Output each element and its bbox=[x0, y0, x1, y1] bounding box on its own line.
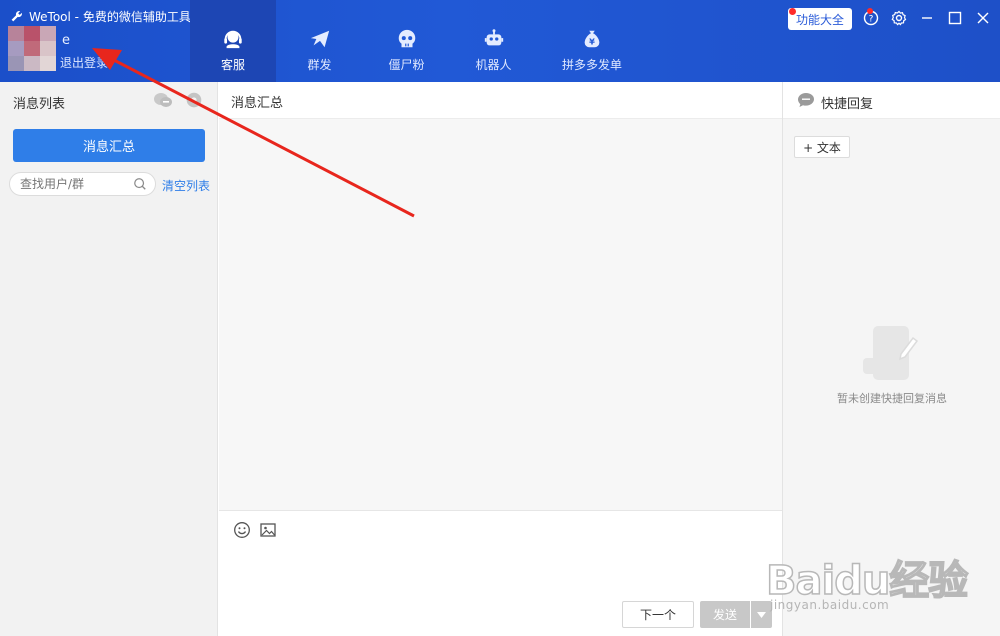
message-summary-panel: 消息汇总 下一个 发送 bbox=[219, 82, 782, 636]
svg-text:¥: ¥ bbox=[589, 37, 595, 47]
message-summary-header: 消息汇总 bbox=[219, 82, 782, 119]
message-summary-title: 消息汇总 bbox=[231, 96, 284, 111]
minimize-icon[interactable] bbox=[919, 10, 935, 26]
nav-label: 僵尸粉 bbox=[388, 58, 425, 72]
username: e bbox=[62, 33, 70, 48]
quick-reply-title: 快捷回复 bbox=[821, 97, 874, 112]
send-button[interactable]: 发送 bbox=[700, 601, 750, 628]
money-bag-icon: ¥ bbox=[584, 30, 600, 48]
robot-icon bbox=[484, 29, 503, 46]
maximize-icon[interactable] bbox=[947, 10, 963, 26]
nav-label: 拼多多发单 bbox=[561, 58, 622, 72]
help-notification-dot bbox=[867, 8, 873, 14]
clear-list-link[interactable]: 清空列表 bbox=[162, 177, 210, 194]
empty-note-icon bbox=[863, 326, 919, 380]
nav-item-pdd-orders[interactable]: ¥ 拼多多发单 bbox=[537, 0, 647, 82]
features-button[interactable]: 功能大全 bbox=[788, 8, 852, 30]
nav-item-robot[interactable]: 机器人 bbox=[450, 0, 537, 82]
compose-area[interactable]: 下一个 发送 bbox=[219, 510, 782, 636]
app-title: WeTool - 免费的微信辅助工具 bbox=[10, 8, 191, 25]
nav-label: 机器人 bbox=[475, 58, 512, 72]
empty-state-message: 暂未创建快捷回复消息 bbox=[837, 392, 947, 405]
logout-link[interactable]: 退出登录 bbox=[60, 54, 108, 71]
search-box bbox=[9, 172, 156, 196]
quick-reply-header: 快捷回复 bbox=[783, 82, 1000, 119]
watermark-url: jingyan.baidu.com bbox=[770, 598, 890, 612]
image-icon[interactable] bbox=[259, 521, 277, 539]
message-list-panel: 消息列表 消息汇总 清空列表 bbox=[0, 82, 218, 636]
baidu-watermark: Baidu经验 jingyan.baidu.com bbox=[765, 528, 996, 632]
chat-icon bbox=[798, 93, 814, 107]
next-button[interactable]: 下一个 bbox=[622, 601, 694, 628]
search-input[interactable] bbox=[20, 173, 130, 195]
message-list-title: 消息列表 bbox=[13, 97, 66, 112]
nav-label: 群发 bbox=[307, 58, 332, 72]
skull-icon bbox=[398, 29, 415, 48]
nav-label: 客服 bbox=[220, 58, 245, 72]
settings-gear-icon[interactable] bbox=[185, 91, 203, 109]
main-nav: 客服 群发 僵尸粉 机器人 ¥ 拼多多发单 bbox=[190, 0, 647, 82]
add-text-button[interactable]: + 文本 bbox=[794, 136, 850, 158]
gear-icon[interactable] bbox=[891, 10, 907, 26]
close-icon[interactable] bbox=[975, 10, 991, 26]
nav-item-mass-send[interactable]: 群发 bbox=[276, 0, 363, 82]
headset-icon bbox=[224, 30, 242, 49]
nav-item-zombie-fans[interactable]: 僵尸粉 bbox=[363, 0, 450, 82]
avatar[interactable] bbox=[8, 26, 56, 71]
emoji-icon[interactable] bbox=[233, 521, 251, 539]
search-icon[interactable] bbox=[133, 177, 147, 191]
message-summary-button[interactable]: 消息汇总 bbox=[13, 129, 205, 162]
wrench-icon bbox=[11, 11, 22, 22]
paper-plane-icon bbox=[310, 30, 329, 48]
message-list-tools bbox=[153, 91, 203, 109]
svg-text:?: ? bbox=[869, 15, 874, 25]
app-title-text: WeTool - 免费的微信辅助工具 bbox=[29, 10, 191, 24]
chevron-down-icon bbox=[757, 611, 766, 618]
nav-item-customer-service[interactable]: 客服 bbox=[190, 0, 276, 82]
notification-dot bbox=[789, 8, 796, 15]
title-bar: WeTool - 免费的微信辅助工具 e 退出登录 客服 群发 僵尸粉 机器人 … bbox=[0, 0, 1000, 82]
chat-bubble-icon[interactable] bbox=[153, 91, 173, 109]
